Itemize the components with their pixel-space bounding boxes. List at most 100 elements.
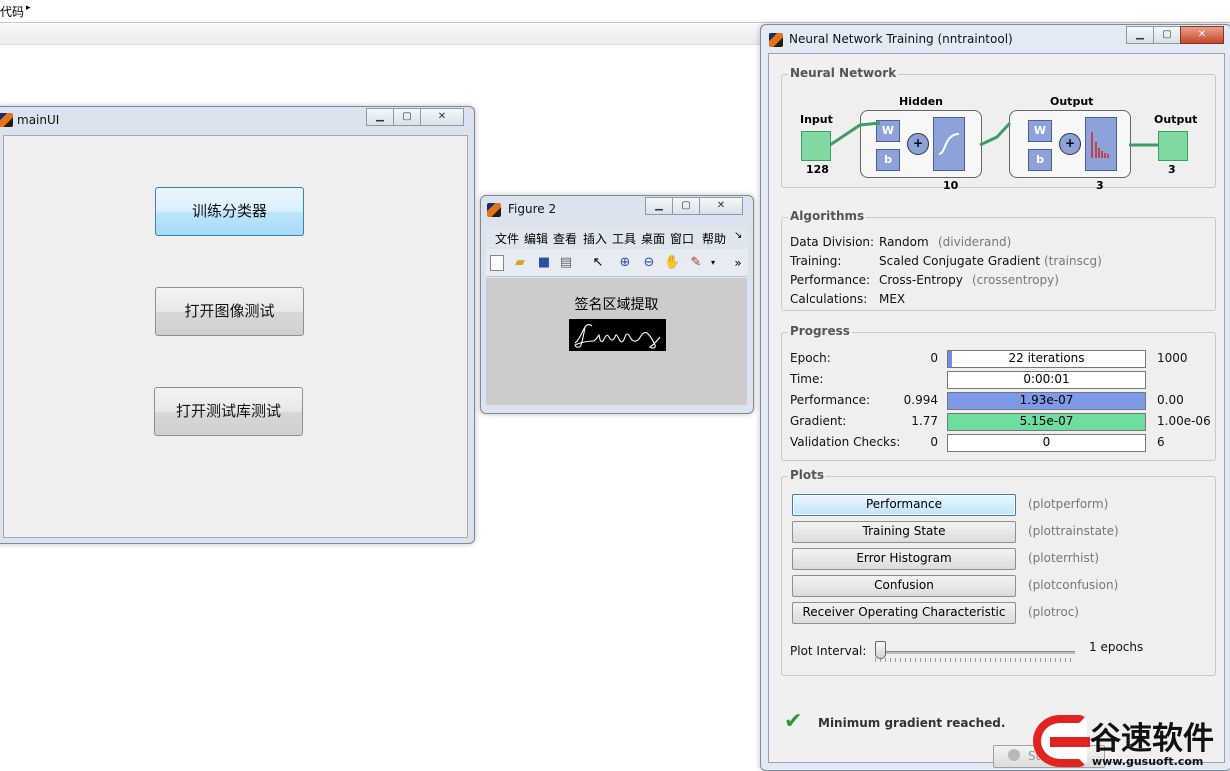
group-title: Progress xyxy=(788,324,852,338)
algo-value: Scaled Conjugate Gradient xyxy=(879,254,1041,268)
group-title: Algorithms xyxy=(788,209,867,223)
plot-fn-label: (ploterrhist) xyxy=(1028,551,1100,565)
plot-title: 签名区域提取 xyxy=(574,297,659,313)
menu-edit[interactable]: 编辑 xyxy=(524,230,548,247)
signature-image xyxy=(569,319,666,351)
matlab-icon xyxy=(769,33,783,47)
algo-value: Cross-Entropy xyxy=(879,273,963,287)
minimize-button[interactable]: ▁ xyxy=(366,108,394,126)
progress-label: Performance: xyxy=(790,393,871,407)
pointer-icon[interactable]: ↖ xyxy=(590,255,606,271)
pan-hand-icon[interactable]: ✋ xyxy=(664,255,680,271)
checkmark-icon: ✔ xyxy=(784,709,803,734)
window-controls: ▁ ▢ ✕ xyxy=(645,197,743,215)
open-testset-test-button[interactable]: 打开测试库测试 xyxy=(154,387,303,436)
plot-fn-label: (plotroc) xyxy=(1028,605,1079,619)
window-title: mainUI xyxy=(17,113,60,127)
menu-file[interactable]: 文件 xyxy=(495,230,519,247)
slider-thumb[interactable] xyxy=(875,641,886,659)
plot-performance-button[interactable]: Performance xyxy=(792,494,1016,516)
progress-bar-fill xyxy=(948,351,953,367)
neural-network-group: Neural Network Input 128 Hidden W b + 10… xyxy=(781,66,1216,192)
matlab-icon xyxy=(0,113,13,127)
maximize-button[interactable]: ▢ xyxy=(393,108,421,126)
plot-error-histogram-button[interactable]: Error Histogram xyxy=(792,548,1016,570)
progress-end-value: 1000 xyxy=(1157,351,1188,365)
breadcrumb-arrow-icon[interactable]: ▸ xyxy=(26,3,31,13)
breadcrumb-text[interactable]: 代码 xyxy=(0,3,24,20)
progress-group: Progress Epoch: 0 22 iterations 1000 Time: 0:… xyxy=(781,324,1216,461)
menu-tools[interactable]: 工具 xyxy=(612,230,636,247)
menu-help[interactable]: 帮助 xyxy=(702,230,726,247)
progress-bar: 0 xyxy=(947,434,1146,452)
menu-window[interactable]: 窗口 xyxy=(670,230,694,247)
watermark-logo-bar xyxy=(1050,737,1090,747)
menu-view[interactable]: 查看 xyxy=(553,230,577,247)
plot-fn-label: (plotconfusion) xyxy=(1028,578,1119,592)
minimize-button[interactable]: ▁ xyxy=(1126,26,1154,44)
plots-group: Plots Performance (plotperform) Training… xyxy=(781,468,1216,676)
close-button[interactable]: ✕ xyxy=(699,197,743,215)
status-message: Minimum gradient reached. xyxy=(818,716,1006,730)
algo-label: Performance: xyxy=(790,273,871,287)
window-controls: ▁ ▢ ✕ xyxy=(366,108,464,126)
plot-roc-button[interactable]: Receiver Operating Characteristic xyxy=(792,602,1016,624)
zoom-in-icon[interactable]: ⊕ xyxy=(617,255,633,271)
data-cursor-icon[interactable]: ✎ xyxy=(688,255,704,271)
open-image-test-button[interactable]: 打开图像测试 xyxy=(155,287,304,336)
menu-dock-icon[interactable]: ↘ xyxy=(734,230,742,241)
figure-canvas: 签名区域提取 xyxy=(486,278,747,405)
overflow-icon[interactable]: » xyxy=(730,255,746,271)
zoom-out-icon[interactable]: ⊖ xyxy=(641,255,657,271)
maximize-button[interactable]: ▢ xyxy=(672,197,700,215)
group-title: Plots xyxy=(788,468,827,482)
progress-bar-text: 0 xyxy=(1042,435,1051,449)
algo-fn: (dividerand) xyxy=(938,235,1012,249)
algo-fn: (crossentropy) xyxy=(972,273,1059,287)
progress-end-value: 6 xyxy=(1157,435,1165,449)
new-file-icon[interactable] xyxy=(490,255,504,271)
connection-arrows xyxy=(829,121,1158,147)
print-icon[interactable]: ▤ xyxy=(558,255,574,271)
progress-label: Gradient: xyxy=(790,414,847,428)
window-title: Figure 2 xyxy=(508,202,557,216)
progress-bar: 5.15e-07 xyxy=(947,413,1146,431)
progress-label: Time: xyxy=(790,372,824,386)
close-button[interactable]: ✕ xyxy=(1180,26,1224,44)
figure-menubar: 文件 编辑 查看 插入 工具 桌面 窗口 帮助 ↘ xyxy=(486,227,748,247)
chevron-down-icon[interactable]: ▾ xyxy=(705,255,721,271)
stop-icon xyxy=(1008,749,1020,761)
menu-insert[interactable]: 插入 xyxy=(583,230,607,247)
algorithms-group: Algorithms Data Division: Random (divide… xyxy=(781,209,1216,311)
algo-value: MEX xyxy=(879,292,906,306)
plot-interval-slider[interactable] xyxy=(875,641,1075,662)
algo-label: Calculations: xyxy=(790,292,868,306)
progress-bar-text: 5.15e-07 xyxy=(1019,414,1074,428)
open-folder-icon[interactable]: ▰ xyxy=(512,255,528,271)
close-button[interactable]: ✕ xyxy=(420,108,464,126)
plot-training-state-button[interactable]: Training State xyxy=(792,521,1016,543)
progress-bar: 0:00:01 xyxy=(947,371,1146,389)
plot-confusion-button[interactable]: Confusion xyxy=(792,575,1016,597)
matlab-icon xyxy=(487,203,501,217)
minimize-button[interactable]: ▁ xyxy=(645,197,673,215)
nntraintool-window: Neural Network Training (nntraintool) ▁ … xyxy=(760,24,1230,771)
plot-interval-label: Plot Interval: xyxy=(790,644,867,658)
breadcrumb-bar: 代码 ▸ xyxy=(0,0,1230,23)
progress-start-value: 0 xyxy=(930,435,938,449)
progress-end-value: 0.00 xyxy=(1157,393,1184,407)
window-controls: ▁ ▢ ✕ xyxy=(1126,26,1224,44)
algo-label: Data Division: xyxy=(790,235,875,249)
mainui-window: mainUI ▁ ▢ ✕ 训练分类器 打开图像测试 打开测试库测试 xyxy=(0,106,475,544)
progress-bar: 1.93e-07 xyxy=(947,392,1146,410)
save-icon[interactable]: ■ xyxy=(536,255,552,271)
algo-value: Random xyxy=(879,235,929,249)
watermark: 谷速软件 www.gusuoft.com xyxy=(1030,713,1230,769)
train-classifier-button[interactable]: 训练分类器 xyxy=(155,187,304,236)
plot-fn-label: (plotperform) xyxy=(1028,497,1109,511)
algo-label: Training: xyxy=(790,254,842,268)
menu-desktop[interactable]: 桌面 xyxy=(641,230,665,247)
progress-bar-text: 22 iterations xyxy=(1008,351,1085,365)
mainui-client: 训练分类器 打开图像测试 打开测试库测试 xyxy=(3,135,468,538)
maximize-button[interactable]: ▢ xyxy=(1153,26,1181,44)
